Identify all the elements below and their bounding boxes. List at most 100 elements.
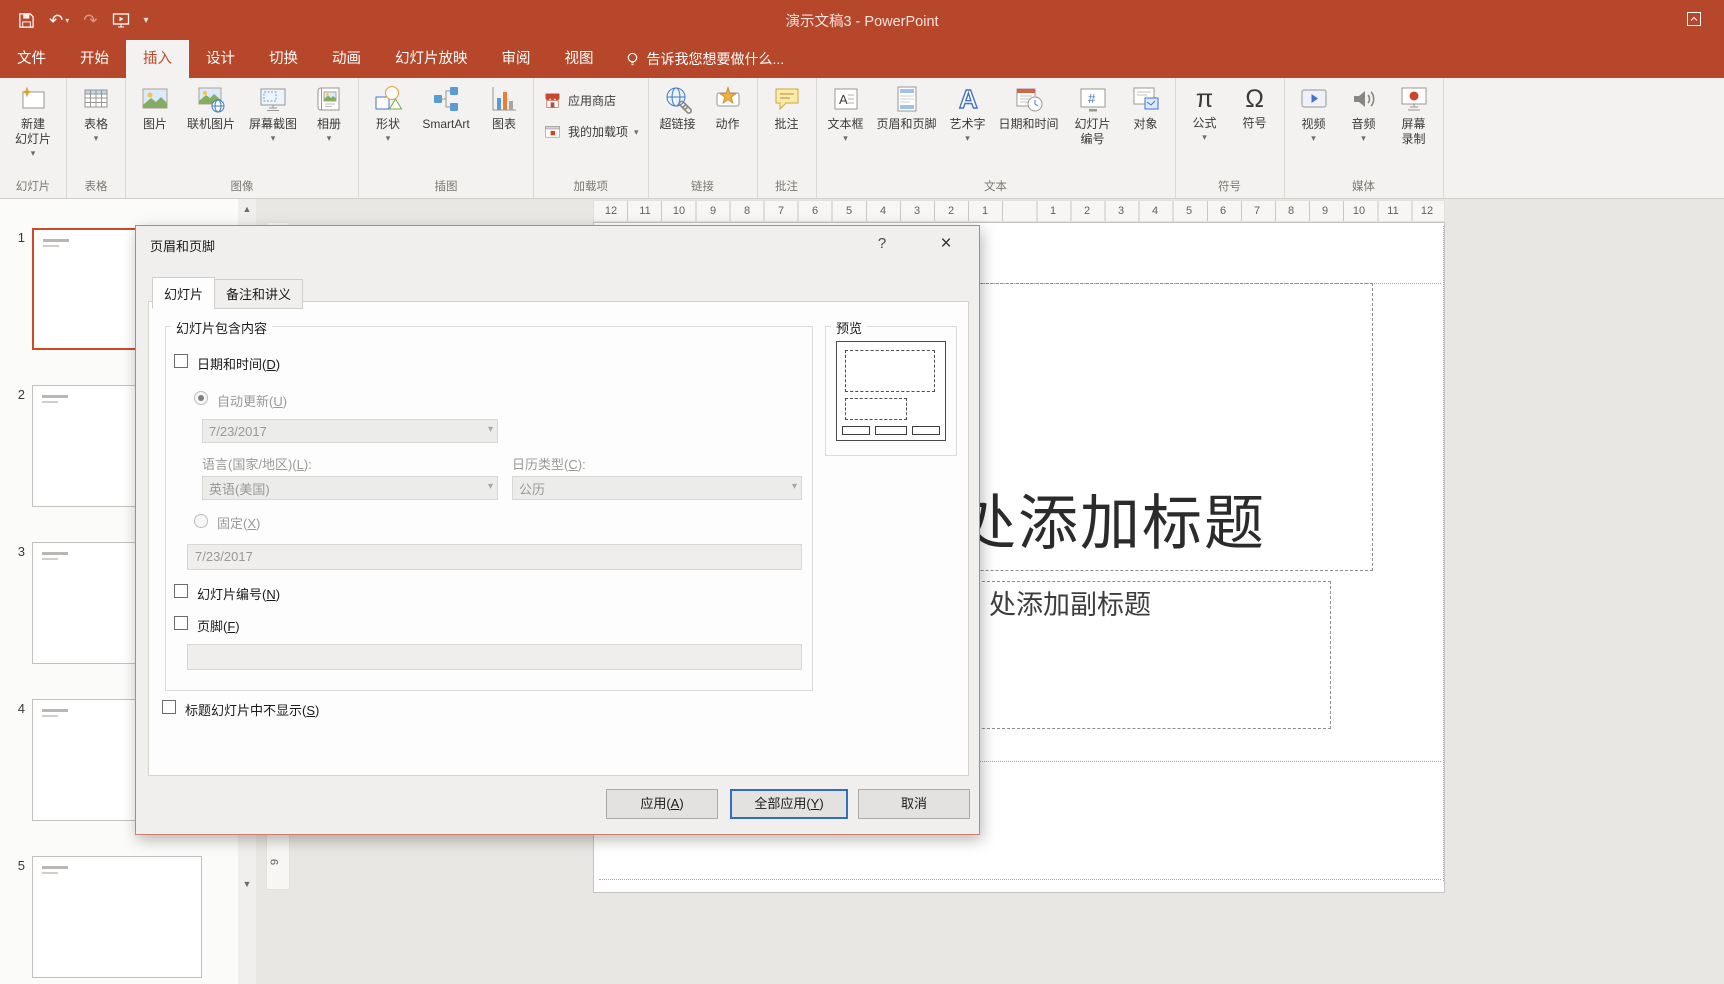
lightbulb-icon bbox=[627, 52, 637, 66]
comment-button[interactable]: 批注 bbox=[762, 82, 812, 177]
tab-animations[interactable]: 动画 bbox=[315, 40, 378, 78]
hide-on-title-checkbox[interactable] bbox=[162, 700, 176, 714]
group-label-text: 文本 bbox=[984, 181, 1008, 193]
calendar-type-combobox[interactable]: 公历 ▾ bbox=[512, 476, 802, 500]
svg-text:A: A bbox=[959, 84, 978, 114]
tab-transitions[interactable]: 切换 bbox=[252, 40, 315, 78]
shapes-button[interactable]: 形状 ▾ bbox=[363, 82, 413, 177]
svg-text:#: # bbox=[1088, 91, 1096, 106]
scroll-down-arrow[interactable]: ▼ bbox=[238, 876, 256, 892]
tab-view[interactable]: 视图 bbox=[548, 40, 611, 78]
redo-button[interactable]: ↷ bbox=[83, 12, 97, 29]
chart-button[interactable]: 图表 bbox=[479, 82, 529, 177]
group-links: 超链接 动作 链接 bbox=[649, 78, 758, 198]
scroll-up-arrow[interactable]: ▲ bbox=[238, 201, 256, 217]
save-button[interactable] bbox=[18, 12, 35, 29]
language-value: 英语(美国) bbox=[209, 481, 270, 497]
comment-icon bbox=[775, 88, 799, 111]
gridline bbox=[1443, 226, 1444, 881]
ruler-number: 9 bbox=[269, 858, 282, 866]
ruler-number: 8 bbox=[743, 205, 751, 217]
group-label-addins: 加载项 bbox=[573, 181, 609, 193]
online-pictures-button[interactable]: 联机图片 bbox=[180, 82, 242, 177]
combo-arrow-icon: ▾ bbox=[791, 481, 797, 492]
table-button[interactable]: 表格 ▾ bbox=[71, 82, 121, 177]
slide-number-button[interactable]: # 幻灯片 编号 bbox=[1065, 82, 1121, 177]
tell-me-search[interactable]: 告诉我您想要做什么... bbox=[625, 40, 784, 78]
ruler-number: 11 bbox=[1387, 205, 1399, 217]
fixed-date-textbox[interactable]: 7/23/2017 bbox=[187, 544, 802, 570]
screen-recording-icon bbox=[1401, 87, 1427, 111]
group-label-tables: 表格 bbox=[84, 181, 108, 193]
group-label-illustrations: 插图 bbox=[434, 181, 458, 193]
equation-button[interactable]: π 公式 ▾ bbox=[1180, 82, 1230, 177]
audio-button[interactable]: 音频 ▾ bbox=[1339, 82, 1389, 177]
object-icon bbox=[1133, 87, 1159, 110]
combo-arrow-icon: ▾ bbox=[487, 481, 493, 492]
fixed-radio[interactable] bbox=[194, 514, 208, 528]
ruler-number: 5 bbox=[845, 205, 853, 217]
date-time-button[interactable]: 日期和时间 bbox=[993, 82, 1065, 177]
slide-number-label: 5 bbox=[17, 858, 25, 873]
screenshot-button[interactable]: 屏幕截图 ▾ bbox=[242, 82, 304, 177]
store-button[interactable]: 应用商店 bbox=[543, 91, 616, 110]
dialog-help-button[interactable]: ? bbox=[866, 230, 898, 258]
textbox-button[interactable]: A 文本框 ▾ bbox=[821, 82, 871, 177]
photo-album-button[interactable]: 相册 ▾ bbox=[304, 82, 354, 177]
cancel-button[interactable]: 取消 bbox=[858, 789, 970, 819]
screen-recording-button[interactable]: 屏幕 录制 bbox=[1389, 82, 1439, 177]
slide-number-label: 3 bbox=[17, 544, 25, 559]
group-addins: 应用商店 我的加载项 ▾ 加载项 bbox=[534, 78, 649, 198]
dialog-tabs: 幻灯片 备注和讲义 bbox=[152, 277, 304, 309]
pi-icon: π bbox=[1195, 85, 1214, 113]
ribbon-tab-bar: 文件 开始 插入 设计 切换 动画 幻灯片放映 审阅 视图 告诉我您想要做什么.… bbox=[0, 40, 1724, 78]
slideshow-icon bbox=[112, 13, 129, 28]
new-slide-button[interactable]: 新建 幻灯片 ▾ bbox=[4, 82, 62, 177]
picture-button[interactable]: 图片 bbox=[130, 82, 180, 177]
symbol-button[interactable]: Ω 符号 bbox=[1230, 82, 1280, 177]
auto-date-combobox[interactable]: 7/23/2017 ▾ bbox=[202, 419, 498, 443]
start-slideshow-button[interactable] bbox=[112, 11, 130, 29]
tab-review[interactable]: 审阅 bbox=[485, 40, 548, 78]
smartart-button[interactable]: SmartArt bbox=[413, 82, 479, 177]
horizontal-ruler: 12 11 10 9 8 7 6 5 4 3 2 1 1 2 3 4 5 6 7 8 9 10 11 12 bbox=[593, 200, 1445, 222]
slide-number-checkbox[interactable] bbox=[174, 584, 188, 598]
language-label: 语言(国家/地区)(L): bbox=[202, 457, 312, 472]
dialog-tab-slide[interactable]: 幻灯片 bbox=[152, 277, 216, 309]
tab-file[interactable]: 文件 bbox=[0, 40, 63, 78]
action-button[interactable]: 动作 bbox=[703, 82, 753, 177]
date-time-checkbox[interactable] bbox=[174, 354, 188, 368]
video-button[interactable]: 视频 ▾ bbox=[1289, 82, 1339, 177]
slide-number-label: 4 bbox=[17, 701, 25, 716]
apply-button[interactable]: 应用(A) bbox=[606, 789, 718, 819]
hyperlink-button[interactable]: 超链接 bbox=[653, 82, 703, 177]
tab-slideshow[interactable]: 幻灯片放映 bbox=[378, 40, 485, 78]
slide-thumbnail-canvas[interactable] bbox=[32, 856, 202, 978]
slide-thumbnail[interactable]: 5 bbox=[0, 856, 238, 984]
tab-insert[interactable]: 插入 bbox=[126, 40, 189, 78]
tab-home[interactable]: 开始 bbox=[63, 40, 126, 78]
tab-design[interactable]: 设计 bbox=[189, 40, 252, 78]
customize-qat-button[interactable]: ▾ bbox=[144, 15, 149, 26]
language-combobox[interactable]: 英语(美国) ▾ bbox=[202, 476, 498, 500]
ruler-number: 11 bbox=[639, 205, 651, 217]
wordart-button[interactable]: A 艺术字 ▾ bbox=[943, 82, 993, 177]
group-slides: 新建 幻灯片 ▾ 幻灯片 bbox=[0, 78, 67, 198]
auto-update-radio[interactable] bbox=[194, 391, 208, 405]
ribbon-display-options-button[interactable] bbox=[1686, 11, 1702, 32]
undo-button[interactable]: ↶ ▾ bbox=[49, 12, 69, 29]
group-label-links: 链接 bbox=[691, 181, 715, 193]
dialog-tab-notes[interactable]: 备注和讲义 bbox=[214, 279, 304, 309]
apply-all-button[interactable]: 全部应用(Y) bbox=[730, 789, 848, 819]
footer-checkbox[interactable] bbox=[174, 616, 188, 630]
footer-textbox[interactable] bbox=[187, 644, 802, 670]
dialog-close-button[interactable]: × bbox=[926, 230, 966, 258]
ruler-number: 9 bbox=[1321, 205, 1329, 217]
header-footer-button[interactable]: 页眉和页脚 bbox=[871, 82, 943, 177]
thumbnail-text-decor bbox=[42, 401, 58, 403]
object-button[interactable]: 对象 bbox=[1121, 82, 1171, 177]
header-footer-dialog: 页眉和页脚 ? × 幻灯片 备注和讲义 幻灯片包含内容 预览 日期和时间(D) … bbox=[135, 225, 980, 835]
my-addins-button[interactable]: 我的加载项 ▾ bbox=[543, 122, 639, 141]
preview-date-box bbox=[842, 426, 870, 435]
calendar-type-value: 公历 bbox=[519, 481, 546, 497]
